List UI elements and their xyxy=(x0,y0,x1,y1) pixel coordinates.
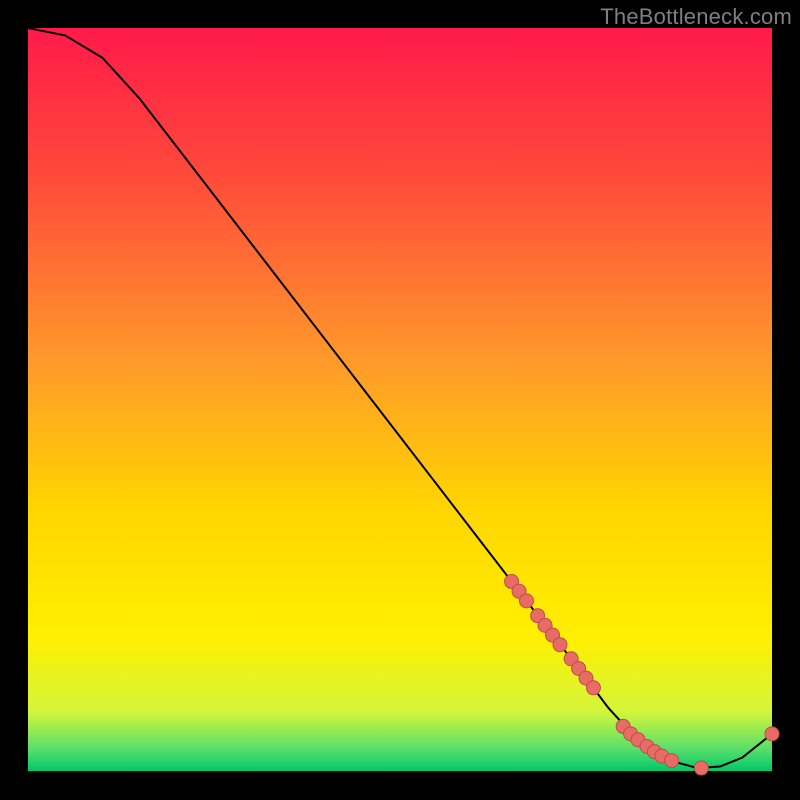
data-point xyxy=(665,754,679,768)
data-point xyxy=(765,727,779,741)
data-point xyxy=(694,761,708,775)
data-point xyxy=(519,594,533,608)
watermark-text: TheBottleneck.com xyxy=(600,4,792,30)
data-point xyxy=(586,681,600,695)
data-point xyxy=(553,638,567,652)
plot-background xyxy=(28,28,772,771)
chart-svg xyxy=(0,0,800,800)
chart-container: TheBottleneck.com xyxy=(0,0,800,800)
